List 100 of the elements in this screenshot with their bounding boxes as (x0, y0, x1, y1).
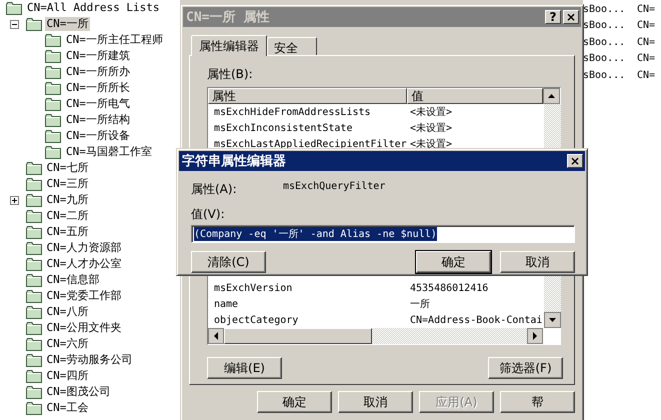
table-cell-text: CN=Address-Book-Contai (409, 314, 544, 326)
tree-item[interactable]: CN=三所 (44, 177, 90, 191)
tree-item[interactable]: CN=一所结构 (64, 113, 132, 127)
folder-icon (26, 242, 42, 254)
tree-item[interactable]: CN=马国磬工作室 (64, 145, 154, 159)
close-button[interactable]: × (567, 154, 583, 168)
list-cell: CN= (637, 70, 656, 81)
folder-icon (45, 98, 61, 110)
list-cell-text: sBoo... (583, 20, 626, 32)
dialog-button[interactable]: 确定 (257, 391, 332, 413)
table-cell-text: msExchInconsistentState (213, 122, 354, 134)
folder-icon (26, 274, 42, 286)
folder-icon (26, 226, 42, 238)
list-cell: CN= (637, 36, 656, 48)
list-cell-text: sBoo... (583, 4, 626, 15)
tree-item[interactable]: CN=党委工作部 (44, 289, 124, 303)
table-cell-text: objectCategory (213, 314, 300, 326)
tree-item[interactable]: CN=一所设备 (64, 129, 132, 143)
tree-item[interactable]: CN=All Address Lists (25, 1, 162, 15)
scroll-thumb[interactable] (224, 328, 372, 344)
value-label: 值(V): (191, 206, 226, 223)
scroll-up-icon[interactable] (543, 88, 560, 104)
folder-icon (26, 322, 42, 334)
window-title: CN=一所 属性 (186, 9, 270, 26)
dialog-button[interactable]: 取消 (500, 251, 575, 273)
folder-icon (45, 146, 61, 158)
list-cell-text: sBoo... (583, 70, 626, 81)
folder-icon (26, 386, 42, 398)
scroll-down-icon[interactable] (544, 312, 561, 328)
table-cell-text: <未设置> (409, 106, 454, 119)
folder-icon (26, 402, 42, 414)
folder-icon (26, 370, 42, 382)
table-cell-text: name (213, 298, 240, 310)
tree-item[interactable]: CN=一所 (44, 17, 90, 31)
close-button[interactable]: × (563, 10, 579, 24)
table-cell-text: msExchLastAppliedRecipientFilter (213, 138, 408, 150)
folder-icon (26, 210, 42, 222)
folder-icon (45, 114, 61, 126)
expand-icon[interactable] (10, 196, 18, 204)
filter-button[interactable]: 筛选器(F) (488, 357, 563, 379)
tree-item[interactable]: CN=四所 (44, 369, 90, 383)
dialog-button[interactable]: 清除(C) (191, 251, 266, 273)
tree-item[interactable]: CN=信息部 (44, 273, 102, 287)
folder-icon (45, 34, 61, 46)
folder-icon (45, 130, 61, 142)
horizontal-scrollbar[interactable] (208, 328, 543, 344)
folder-icon (26, 306, 42, 318)
folder-icon (26, 354, 42, 366)
window-title: 字符串属性编辑器 (182, 152, 287, 170)
tree-item[interactable]: CN=劳动服务公司 (44, 353, 134, 367)
collapse-icon[interactable] (10, 20, 18, 28)
help-button[interactable]: ? (545, 10, 561, 24)
tree-item[interactable]: CN=一所建筑 (64, 49, 132, 63)
list-cell: CN= (637, 4, 656, 15)
folder-icon (26, 162, 42, 174)
folder-icon (26, 178, 42, 190)
tab[interactable]: 安全 (267, 37, 317, 55)
tree-item[interactable]: CN=一所主任工程师 (64, 33, 165, 47)
tree-item[interactable]: CN=一所电气 (64, 97, 132, 111)
dialog-button[interactable]: 取消 (338, 391, 413, 413)
dialog-button[interactable]: 帮 (500, 391, 575, 413)
tree-item[interactable]: CN=八所 (44, 305, 90, 319)
column-header[interactable]: 值 (407, 88, 543, 104)
tree-item[interactable]: CN=六所 (44, 337, 90, 351)
folder-icon (26, 258, 42, 270)
folder-icon (26, 18, 42, 30)
column-header[interactable]: 属性 (208, 88, 408, 104)
table-cell-text: 4535486012416 (409, 282, 490, 294)
tree-item[interactable]: CN=一所所办 (64, 65, 132, 79)
table-cell-text: msExchHideFromAddressLists (213, 106, 372, 118)
attribute-label: 属性(A): (191, 181, 238, 198)
list-label: 属性(B): (207, 66, 254, 83)
folder-icon (26, 194, 42, 206)
tree-item[interactable]: CN=一所所长 (64, 81, 132, 95)
folder-icon (45, 50, 61, 62)
scroll-right-icon[interactable] (527, 328, 543, 344)
attribute-name: msExchQueryFilter (283, 181, 386, 194)
tree-item[interactable]: CN=图茂公司 (44, 385, 112, 399)
list-cell: CN= (637, 53, 656, 64)
tree-item[interactable]: CN=九所 (44, 193, 90, 207)
folder-icon (26, 338, 42, 350)
scroll-left-icon[interactable] (208, 328, 224, 344)
tab[interactable]: 属性编辑器 (191, 35, 267, 56)
folder-icon (26, 290, 42, 302)
tree-item[interactable]: CN=人力资源部 (44, 241, 124, 255)
tree-item[interactable]: CN=人才办公室 (44, 257, 124, 271)
tree-item[interactable]: CN=七所 (44, 161, 90, 175)
folder-icon (45, 82, 61, 94)
value-field[interactable]: (Company -eq '一所' -and Alias -ne $null) (191, 225, 575, 243)
tree-item[interactable]: CN=二所 (44, 209, 90, 223)
table-cell-text: <未设置> (409, 138, 454, 151)
table-cell-text: msExchVersion (213, 282, 294, 294)
dialog-button[interactable]: 确定 (416, 251, 491, 273)
tree-item[interactable]: CN=公用文件夹 (44, 321, 124, 335)
list-cell-text: sBoo... (583, 36, 626, 48)
tree-item[interactable]: CN=五所 (44, 225, 90, 239)
edit-button[interactable]: 编辑(E) (207, 357, 282, 379)
list-cell-text: sBoo... (583, 53, 626, 64)
tree-item[interactable]: CN=工会 (44, 401, 90, 415)
folder-icon (45, 66, 61, 78)
